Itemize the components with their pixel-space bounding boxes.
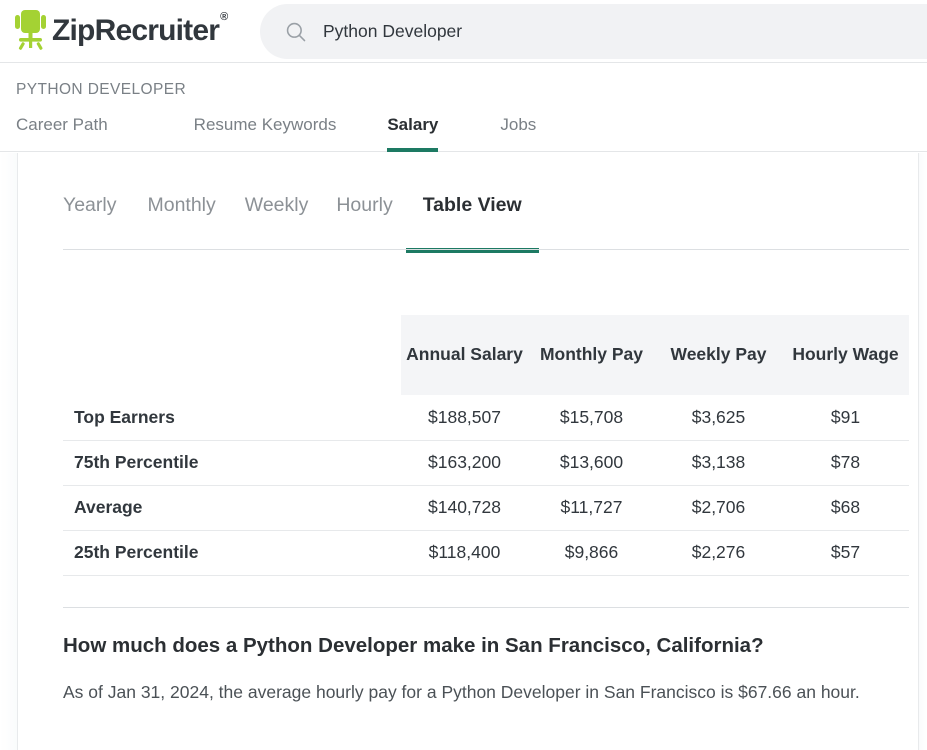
table-row: Average $140,728 $11,727 $2,706 $68 (63, 485, 909, 531)
subtab-table-view[interactable]: Table View (405, 194, 539, 253)
salary-view-tabs: Yearly Monthly Weekly Hourly Table View (63, 194, 539, 253)
table-header-row: Annual Salary Monthly Pay Weekly Pay Hou… (63, 315, 909, 395)
site-header: ZipRecruiter® Python Developer (0, 0, 927, 63)
table-row: 25th Percentile $118,400 $9,866 $2,276 $… (63, 530, 909, 576)
subtab-monthly[interactable]: Monthly (147, 194, 215, 253)
column-header-blank (63, 315, 401, 395)
tab-resume-keywords[interactable]: Resume Keywords (194, 111, 337, 152)
column-header-hourly-wage: Hourly Wage (782, 315, 909, 395)
salary-table: Annual Salary Monthly Pay Weekly Pay Hou… (63, 315, 909, 576)
cell-hourly: $68 (782, 485, 909, 531)
cell-annual: $188,507 (401, 395, 528, 441)
salary-table-head: Annual Salary Monthly Pay Weekly Pay Hou… (63, 315, 909, 395)
tab-jobs[interactable]: Jobs (500, 111, 536, 152)
search-input[interactable]: Python Developer (323, 22, 462, 41)
row-label-average: Average (63, 485, 401, 531)
cell-weekly: $3,138 (655, 440, 782, 486)
primary-tabs: Career Path Resume Keywords Salary Jobs (16, 111, 536, 152)
ziprecruiter-logo[interactable]: ZipRecruiter® (13, 7, 228, 55)
right-gutter (919, 153, 927, 750)
qa-body-text: As of Jan 31, 2024, the average hourly p… (63, 682, 860, 702)
row-label-75th-percentile: 75th Percentile (63, 440, 401, 486)
salary-table-body: Top Earners $188,507 $15,708 $3,625 $91 … (63, 395, 909, 576)
cell-monthly: $9,866 (528, 530, 655, 576)
cell-annual: $163,200 (401, 440, 528, 486)
cell-hourly: $91 (782, 395, 909, 441)
occupation-nav: PYTHON DEVELOPER Career Path Resume Keyw… (0, 64, 927, 152)
column-header-weekly-pay: Weekly Pay (655, 315, 782, 395)
cell-weekly: $2,276 (655, 530, 782, 576)
cell-monthly: $11,727 (528, 485, 655, 531)
row-label-25th-percentile: 25th Percentile (63, 530, 401, 576)
row-label-top-earners: Top Earners (63, 395, 401, 441)
cell-annual: $140,728 (401, 485, 528, 531)
cell-weekly: $2,706 (655, 485, 782, 531)
page-viewport: ZipRecruiter® Python Developer PYTHON DE… (0, 0, 927, 750)
section-divider (63, 607, 909, 608)
cell-hourly: $57 (782, 530, 909, 576)
registered-mark: ® (220, 11, 228, 23)
page-title: PYTHON DEVELOPER (16, 81, 187, 98)
search-icon (286, 22, 306, 41)
subtabs-divider (63, 249, 909, 250)
subtab-hourly[interactable]: Hourly (336, 194, 392, 253)
table-row: Top Earners $188,507 $15,708 $3,625 $91 (63, 395, 909, 441)
salary-panel: Yearly Monthly Weekly Hourly Table View … (17, 153, 919, 750)
column-header-annual-salary: Annual Salary (401, 315, 528, 395)
qa-heading: How much does a Python Developer make in… (63, 634, 764, 657)
cell-annual: $118,400 (401, 530, 528, 576)
cell-monthly: $15,708 (528, 395, 655, 441)
brand-name-text: ZipRecruiter (52, 14, 220, 47)
table-row: 75th Percentile $163,200 $13,600 $3,138 … (63, 440, 909, 486)
office-chair-icon (15, 10, 46, 50)
brand-wordmark: ZipRecruiter® (52, 12, 228, 47)
left-gutter (0, 153, 17, 750)
subtab-yearly[interactable]: Yearly (63, 194, 116, 253)
subtab-weekly[interactable]: Weekly (245, 194, 309, 253)
cell-hourly: $78 (782, 440, 909, 486)
salary-panel-inner: Yearly Monthly Weekly Hourly Table View … (18, 153, 918, 750)
column-header-monthly-pay: Monthly Pay (528, 315, 655, 395)
tab-salary[interactable]: Salary (387, 111, 439, 152)
cell-monthly: $13,600 (528, 440, 655, 486)
search-bar[interactable]: Python Developer (260, 4, 927, 59)
cell-weekly: $3,625 (655, 395, 782, 441)
tab-career-path[interactable]: Career Path (16, 111, 108, 152)
